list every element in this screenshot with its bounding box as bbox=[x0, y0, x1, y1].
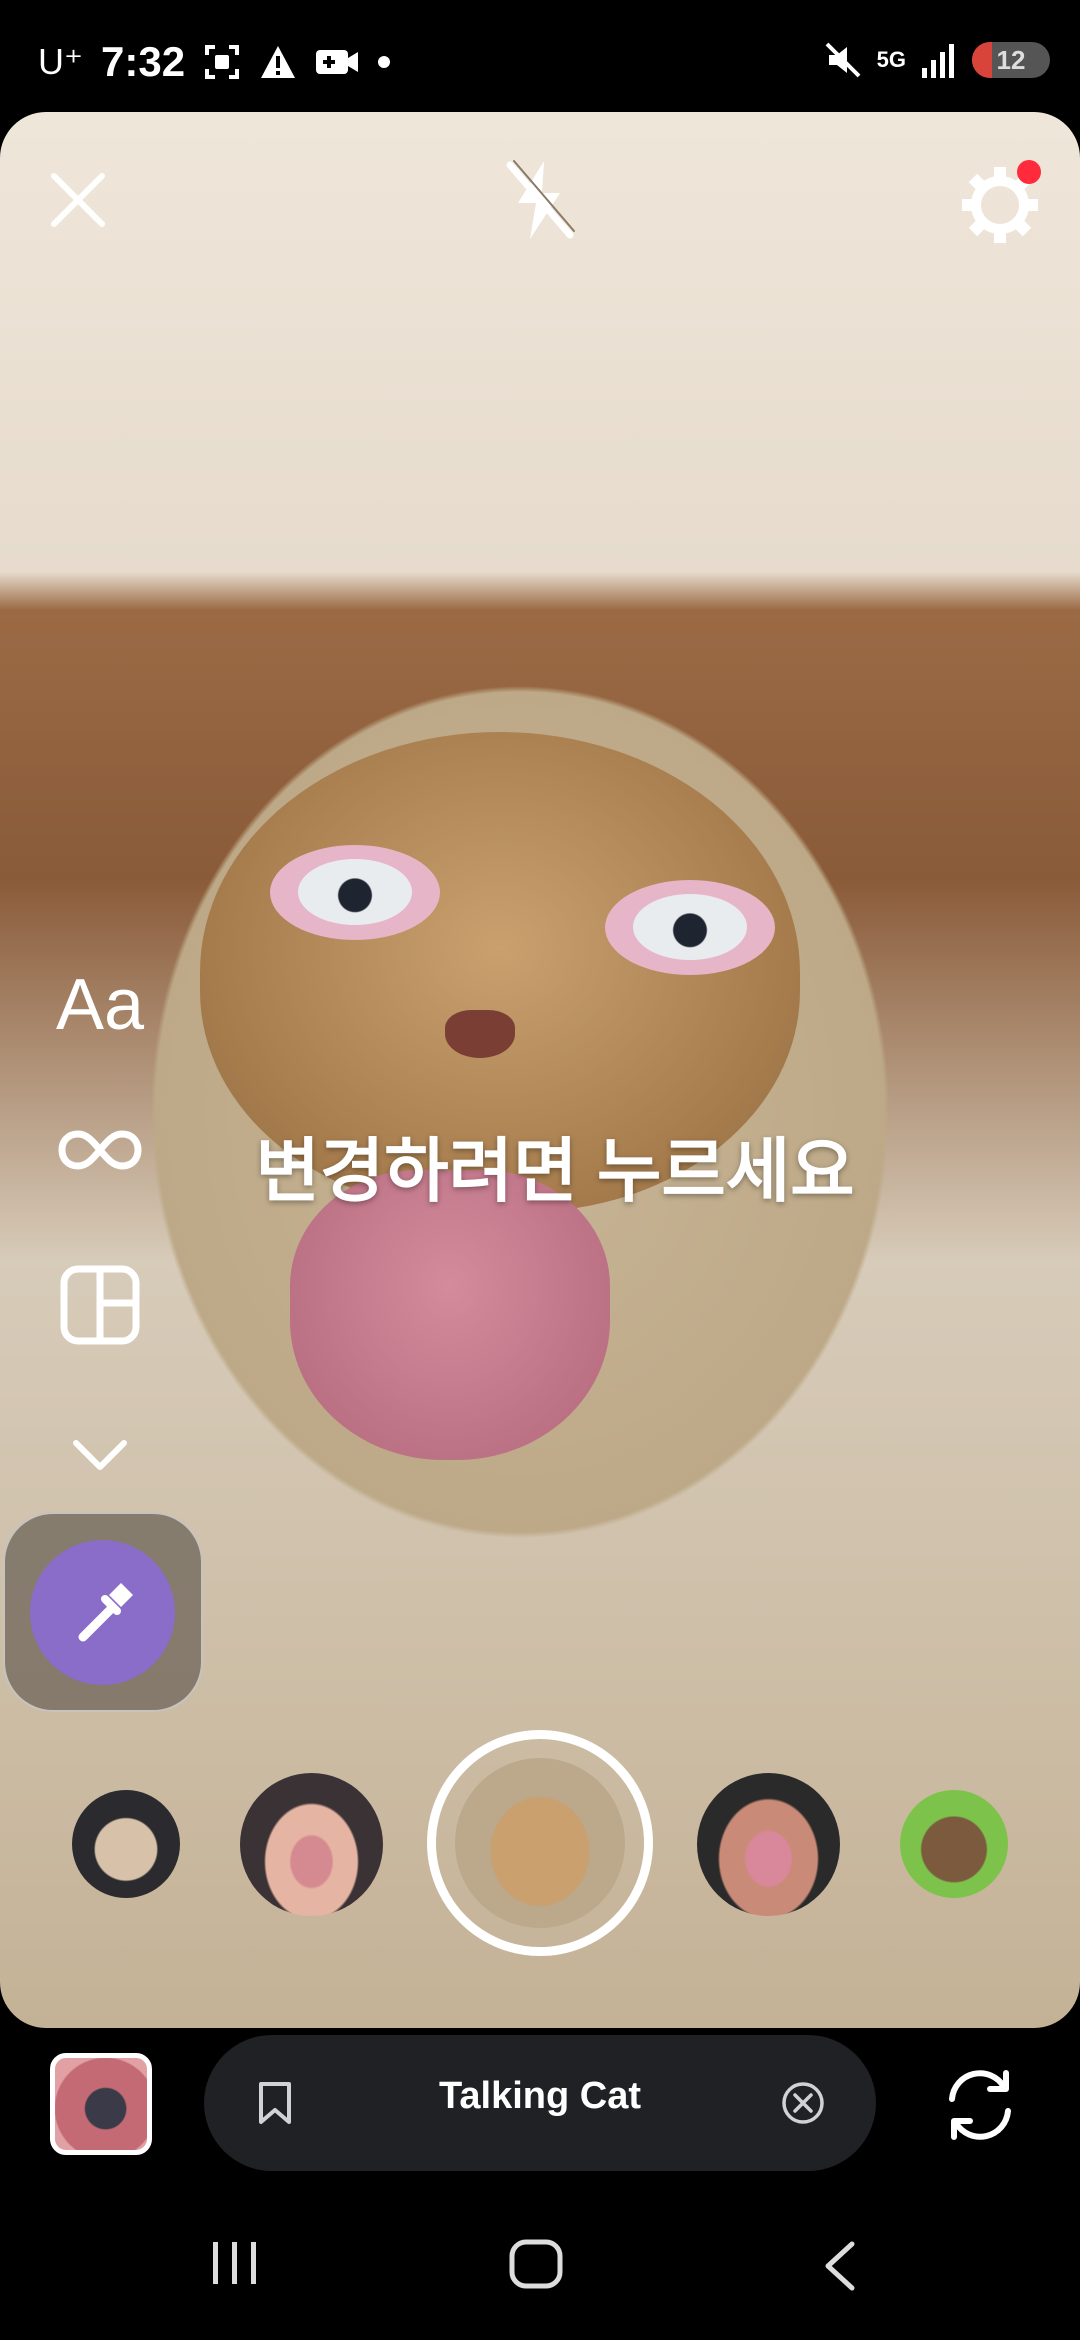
warning-icon bbox=[261, 46, 296, 78]
tap-to-change-hint[interactable]: 변경하려면 누르세요 bbox=[0, 1115, 1080, 1216]
back-button[interactable] bbox=[820, 2238, 860, 2294]
gallery-thumbnail[interactable] bbox=[50, 2053, 152, 2155]
mute-icon bbox=[825, 42, 861, 78]
bookmark-icon bbox=[259, 2082, 291, 2124]
save-effect-button[interactable] bbox=[255, 2080, 295, 2126]
flash-off-icon bbox=[506, 160, 575, 239]
filter-option[interactable] bbox=[697, 1773, 840, 1916]
flash-toggle-button[interactable] bbox=[500, 155, 580, 245]
game-icon bbox=[316, 50, 359, 74]
remove-effect-button[interactable] bbox=[781, 2081, 825, 2125]
close-button[interactable] bbox=[38, 160, 118, 240]
settings-button[interactable] bbox=[955, 160, 1045, 250]
camera-flip-icon bbox=[949, 2070, 1011, 2140]
clock: 7:32 bbox=[101, 38, 186, 85]
clear-icon bbox=[782, 2082, 824, 2124]
chevron-down-icon bbox=[73, 1440, 127, 1470]
cat-nose bbox=[445, 1010, 515, 1058]
back-icon bbox=[825, 2241, 855, 2291]
recent-apps-button[interactable] bbox=[205, 2238, 265, 2288]
more-tools-button[interactable] bbox=[55, 1425, 145, 1485]
text-tool-label: Aa bbox=[55, 965, 145, 1045]
signal-icon bbox=[922, 44, 954, 78]
home-button[interactable] bbox=[508, 2238, 564, 2290]
network-label: 5G bbox=[876, 47, 906, 72]
selected-filter-capture-button[interactable] bbox=[455, 1758, 625, 1928]
effect-title: Talking Cat bbox=[439, 2075, 641, 2117]
eyedropper-button[interactable] bbox=[30, 1540, 175, 1685]
layout-icon bbox=[60, 1265, 140, 1345]
carrier-label: U⁺ bbox=[38, 41, 83, 82]
layout-button[interactable] bbox=[55, 1265, 145, 1345]
filter-option[interactable] bbox=[240, 1773, 383, 1916]
dot-icon bbox=[378, 56, 391, 68]
cat-eye-right bbox=[605, 880, 775, 975]
notification-dot bbox=[1017, 160, 1041, 184]
battery-level: 12 bbox=[996, 44, 1026, 75]
eyedropper-icon bbox=[78, 1582, 133, 1641]
filter-option[interactable] bbox=[72, 1790, 180, 1898]
text-tool-button[interactable]: Aa bbox=[55, 960, 145, 1050]
close-icon bbox=[51, 173, 105, 227]
status-bar: U⁺ 7:32 5G 12 bbox=[0, 0, 1080, 112]
recent-apps-icon bbox=[213, 2242, 256, 2284]
flip-camera-button[interactable] bbox=[940, 2065, 1020, 2145]
filter-option[interactable] bbox=[900, 1790, 1008, 1898]
cat-eye-left bbox=[270, 845, 440, 940]
battery-indicator: 12 bbox=[972, 42, 1050, 78]
screenshot-icon bbox=[205, 45, 240, 79]
home-icon bbox=[509, 2239, 563, 2289]
